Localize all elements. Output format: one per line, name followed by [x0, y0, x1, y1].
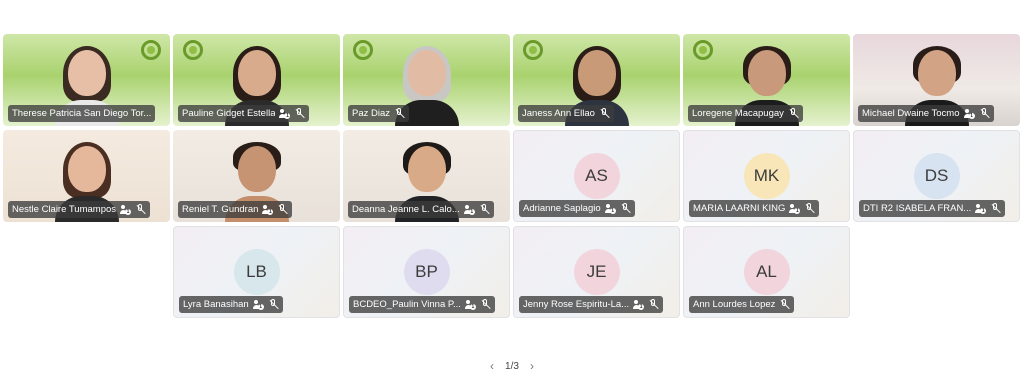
participant-name-tag: Loregene Macapugay	[688, 105, 803, 122]
participant-name: Jenny Rose Espiritu-La...	[523, 299, 630, 310]
participant-name-tag: Paz Diaz	[348, 105, 410, 122]
logo-icon	[693, 40, 713, 60]
mic-off-icon	[479, 204, 490, 215]
mic-off-icon	[788, 108, 799, 119]
participant-name-tag: DTI R2 ISABELA FRAN... 1	[859, 200, 1006, 217]
participant-tile[interactable]: JE Jenny Rose Espiritu-La... 1	[513, 226, 680, 318]
mic-off-icon	[135, 204, 146, 215]
people-icon: 1	[120, 204, 132, 215]
mic-off-icon	[990, 203, 1001, 214]
participant-name: Paz Diaz	[352, 108, 391, 119]
participant-tile[interactable]: Pauline Gidget Estella 1	[173, 34, 340, 126]
participant-name: Ann Lourdes Lopez	[693, 299, 776, 310]
participant-name: Adrianne Saplagio	[523, 203, 601, 214]
participant-name-tag: Jenny Rose Espiritu-La... 1	[519, 296, 664, 313]
participant-name: Lyra Banasihan	[183, 299, 249, 310]
mic-off-icon	[779, 299, 790, 310]
mic-off-icon	[599, 108, 610, 119]
participant-name: Deanna Jeanne L. Calo...	[352, 204, 460, 215]
logo-icon	[183, 40, 203, 60]
participant-name: Nestle Claire Tumampos	[12, 204, 117, 215]
people-icon: 1	[252, 299, 264, 310]
mic-off-icon	[979, 108, 990, 119]
avatar: BP	[403, 249, 450, 295]
participant-name-tag: Lyra Banasihan 1	[179, 296, 283, 313]
mic-off-icon	[394, 108, 405, 119]
mic-off-icon	[480, 299, 491, 310]
participant-tile[interactable]: AS Adrianne Saplagio 1	[513, 130, 680, 222]
logo-icon	[141, 40, 161, 60]
participant-tile[interactable]: Therese Patricia San Diego Tor...	[3, 34, 170, 126]
participant-tile[interactable]: Nestle Claire Tumampos 1	[3, 130, 170, 222]
participant-name: Therese Patricia San Diego Tor...	[12, 108, 152, 119]
participant-name-tag: Pauline Gidget Estella 1	[178, 105, 310, 122]
avatar: LB	[233, 249, 280, 295]
people-icon: 1	[463, 204, 475, 215]
participant-name-tag: BCDEO_Paulin Vinna P... 1	[349, 296, 495, 313]
mic-off-icon	[268, 299, 279, 310]
participant-name: Michael Dwaine Tocmo	[862, 108, 960, 119]
participant-tile[interactable]: AL Ann Lourdes Lopez	[683, 226, 850, 318]
page-indicator: 1/3	[505, 360, 519, 372]
mic-off-icon	[277, 204, 288, 215]
participant-name-tag: Therese Patricia San Diego Tor...	[8, 105, 156, 122]
participant-tile[interactable]: Deanna Jeanne L. Calo... 1	[343, 130, 510, 222]
mic-off-icon	[294, 108, 305, 119]
participant-tile[interactable]: BP BCDEO_Paulin Vinna P... 1	[343, 226, 510, 318]
participant-name-tag: MARIA LAARNI KING 1	[689, 200, 820, 217]
participant-tile[interactable]: LB Lyra Banasihan 1	[173, 226, 340, 318]
participant-name-tag: Ann Lourdes Lopez	[689, 296, 795, 313]
people-icon: 1	[963, 108, 975, 119]
participant-tile[interactable]: Michael Dwaine Tocmo 1	[853, 34, 1020, 126]
people-icon: 1	[262, 204, 274, 215]
logo-icon	[523, 40, 543, 60]
logo-icon	[353, 40, 373, 60]
participant-name-tag: Deanna Jeanne L. Calo... 1	[348, 201, 494, 218]
participant-name: Pauline Gidget Estella	[182, 108, 276, 119]
participant-name: BCDEO_Paulin Vinna P...	[353, 299, 461, 310]
pagination: ‹ 1/3 ›	[486, 358, 538, 374]
avatar: MK	[743, 153, 790, 199]
participant-name-tag: Nestle Claire Tumampos 1	[8, 201, 151, 218]
participant-tile[interactable]: Janess Ann Ellao	[513, 34, 680, 126]
avatar: AL	[743, 249, 790, 295]
participant-name: DTI R2 ISABELA FRAN...	[863, 203, 972, 214]
people-icon: 1	[279, 108, 291, 119]
participant-tile[interactable]: Reniel T. Gundran 1	[173, 130, 340, 222]
participant-tile[interactable]: Loregene Macapugay	[683, 34, 850, 126]
avatar: DS	[913, 153, 960, 199]
participant-tile[interactable]: MK MARIA LAARNI KING 1	[683, 130, 850, 222]
chevron-left-icon[interactable]: ‹	[486, 359, 498, 373]
chevron-right-icon[interactable]: ›	[526, 359, 538, 373]
people-icon: 1	[633, 299, 645, 310]
people-icon: 1	[975, 203, 987, 214]
people-icon: 1	[604, 203, 616, 214]
avatar: AS	[573, 153, 620, 199]
mic-off-icon	[620, 203, 631, 214]
mic-off-icon	[804, 203, 815, 214]
participant-name: Loregene Macapugay	[692, 108, 784, 119]
participant-name-tag: Adrianne Saplagio 1	[519, 200, 635, 217]
people-icon: 1	[464, 299, 476, 310]
participant-name-tag: Reniel T. Gundran 1	[178, 201, 293, 218]
participant-name: Reniel T. Gundran	[182, 204, 259, 215]
mic-off-icon	[648, 299, 659, 310]
avatar: JE	[573, 249, 620, 295]
participant-name: MARIA LAARNI KING	[693, 203, 786, 214]
participant-grid: Therese Patricia San Diego Tor... Paulin…	[0, 0, 1024, 379]
people-icon: 1	[789, 203, 801, 214]
participant-name: Janess Ann Ellao	[522, 108, 595, 119]
participant-tile[interactable]: DS DTI R2 ISABELA FRAN... 1	[853, 130, 1020, 222]
participant-tile[interactable]: Paz Diaz	[343, 34, 510, 126]
participant-name-tag: Janess Ann Ellao	[518, 105, 614, 122]
participant-name-tag: Michael Dwaine Tocmo 1	[858, 105, 994, 122]
